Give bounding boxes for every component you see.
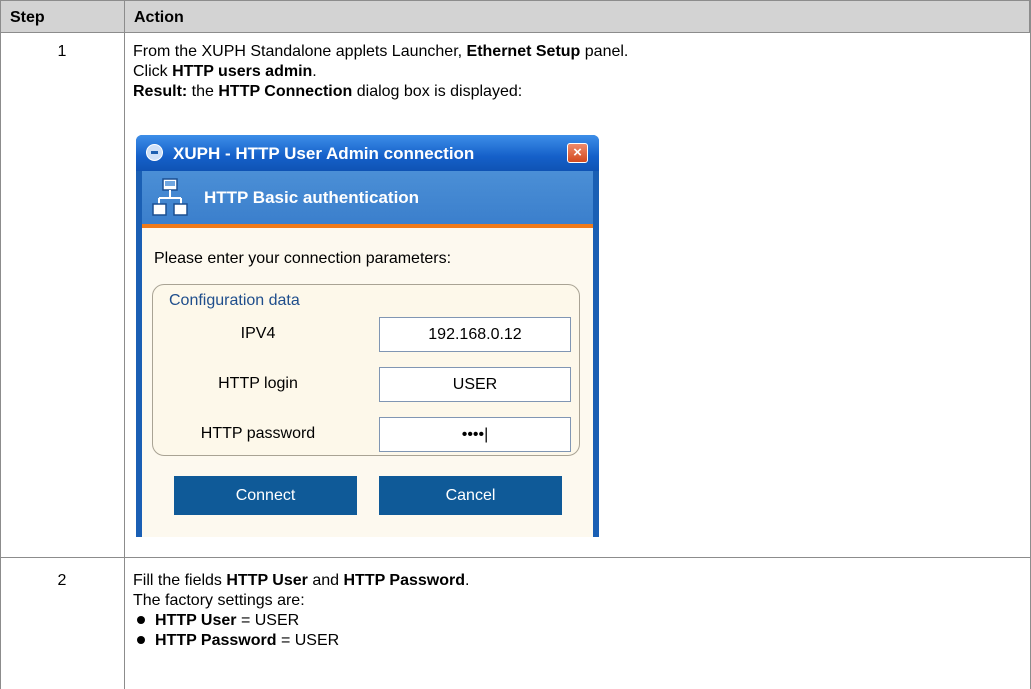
http-connection-dialog: XUPH - HTTP User Admin connection × HTTP… — [136, 135, 599, 537]
configuration-group: Configuration data IPV4 192.168.0.12 HTT… — [152, 284, 580, 456]
cancel-button[interactable]: Cancel — [379, 476, 562, 515]
group-title: Configuration data — [169, 292, 300, 309]
http-password-label: HTTP password — [200, 425, 316, 442]
step-number-2: 2 — [57, 572, 67, 589]
column-divider — [124, 0, 125, 689]
step1-line1: From the XUPH Standalone applets Launche… — [133, 43, 629, 60]
bullet-http-password: HTTP Password = USER — [133, 631, 339, 651]
banner-title: HTTP Basic authentication — [204, 188, 420, 207]
dialog-prompt: Please enter your connection parameters: — [154, 250, 452, 267]
dialog-body: Please enter your connection parameters:… — [142, 228, 593, 537]
table-header-row: Step Action — [0, 0, 1030, 33]
step1-line3: Result: the HTTP Connection dialog box i… — [133, 83, 523, 100]
http-login-input[interactable]: USER — [379, 367, 571, 402]
procedure-table: Step Action 1 From the XUPH Standalone a… — [0, 0, 1031, 689]
http-password-input[interactable]: ••••| — [379, 417, 571, 452]
network-icon — [152, 178, 188, 216]
ipv4-label: IPV4 — [240, 325, 276, 342]
http-login-label: HTTP login — [218, 375, 298, 392]
bullet-dot — [137, 615, 145, 624]
bullet-dot — [137, 635, 145, 644]
header-step: Step — [10, 9, 45, 26]
row-divider — [0, 557, 1030, 558]
step-number-1: 1 — [57, 43, 67, 60]
dialog-banner: HTTP Basic authentication — [142, 171, 593, 224]
dialog-titlebar: XUPH - HTTP User Admin connection × — [136, 135, 599, 171]
ipv4-input[interactable]: 192.168.0.12 — [379, 317, 571, 352]
close-icon[interactable]: × — [567, 143, 588, 163]
step2-line1: Fill the fields HTTP User and HTTP Passw… — [133, 572, 470, 589]
bullet-http-user: HTTP User = USER — [133, 611, 299, 631]
header-action: Action — [134, 9, 184, 26]
step2-line2: The factory settings are: — [133, 592, 305, 609]
step1-line2: Click HTTP users admin. — [133, 63, 317, 80]
connect-button[interactable]: Connect — [174, 476, 357, 515]
dialog-title: XUPH - HTTP User Admin connection — [173, 144, 475, 163]
app-globe-icon — [146, 144, 163, 161]
